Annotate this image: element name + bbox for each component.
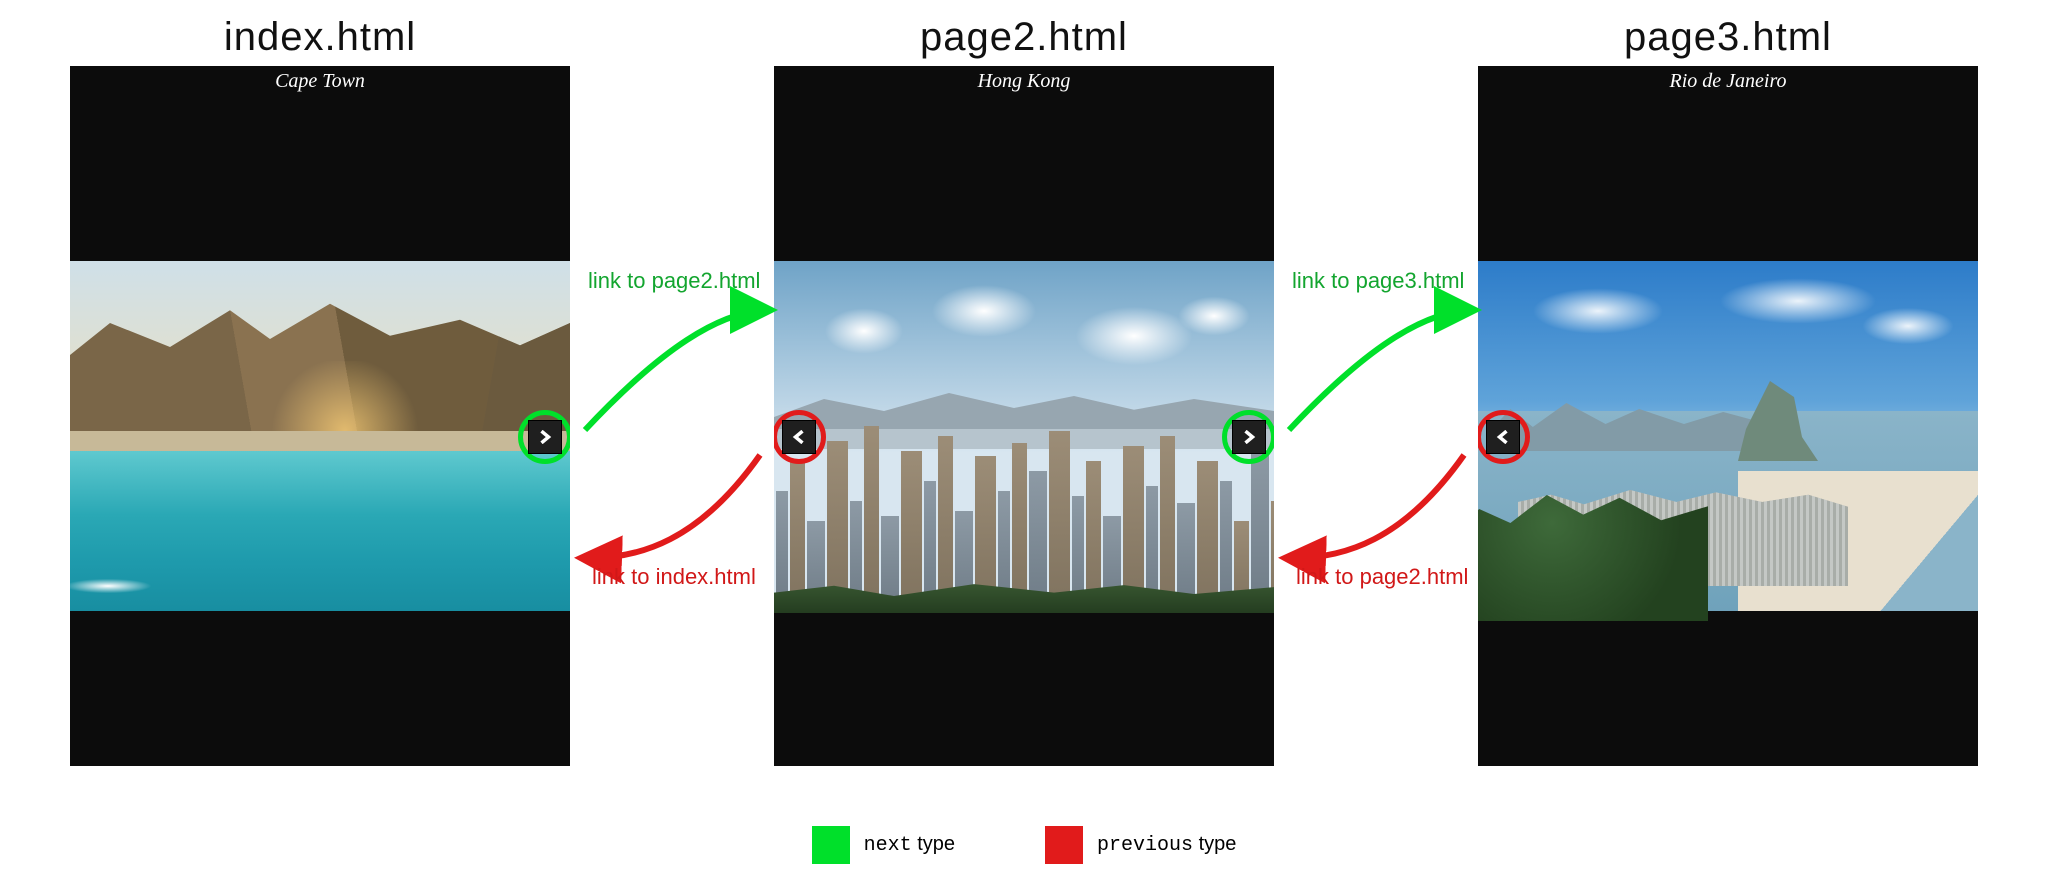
device-title-page3: Rio de Janeiro: [1478, 66, 1978, 93]
page-filename-index: index.html: [224, 15, 416, 60]
legend-item-next: next type: [812, 826, 955, 864]
photo-rio: [1478, 261, 1978, 611]
next-button[interactable]: [1232, 420, 1266, 454]
photo-cape-town: [70, 261, 570, 611]
page-col-page2: page2.html Hong Kong: [774, 15, 1274, 766]
legend: next type previous type: [0, 826, 2048, 864]
previous-button[interactable]: [782, 420, 816, 454]
page-filename-page2: page2.html: [920, 15, 1128, 60]
device-title-page2: Hong Kong: [774, 66, 1274, 93]
chevron-left-icon: [1496, 430, 1510, 444]
chevron-right-icon: [538, 430, 552, 444]
device-page2: Hong Kong: [774, 66, 1274, 766]
device-index: Cape Town: [70, 66, 570, 766]
legend-text-next: next type: [864, 833, 955, 857]
device-title-index: Cape Town: [70, 66, 570, 93]
page-col-page3: page3.html Rio de Janeiro: [1478, 15, 1978, 766]
device-page3: Rio de Janeiro: [1478, 66, 1978, 766]
legend-text-previous: previous type: [1097, 833, 1236, 857]
legend-swatch-next-icon: [812, 826, 850, 864]
legend-swatch-previous-icon: [1045, 826, 1083, 864]
page-col-index: index.html Cape Town: [70, 15, 570, 766]
chevron-right-icon: [1242, 430, 1256, 444]
label-link-next-12: link to page2.html: [588, 268, 760, 294]
next-button[interactable]: [528, 420, 562, 454]
label-link-next-23: link to page3.html: [1292, 268, 1464, 294]
chevron-left-icon: [792, 430, 806, 444]
pages-row: index.html Cape Town page2.html Hong Kon…: [0, 0, 2048, 766]
page-filename-page3: page3.html: [1624, 15, 1832, 60]
photo-hong-kong: [774, 261, 1274, 611]
label-link-prev-21: link to index.html: [592, 564, 756, 590]
previous-button[interactable]: [1486, 420, 1520, 454]
label-link-prev-32: link to page2.html: [1296, 564, 1468, 590]
legend-item-previous: previous type: [1045, 826, 1236, 864]
